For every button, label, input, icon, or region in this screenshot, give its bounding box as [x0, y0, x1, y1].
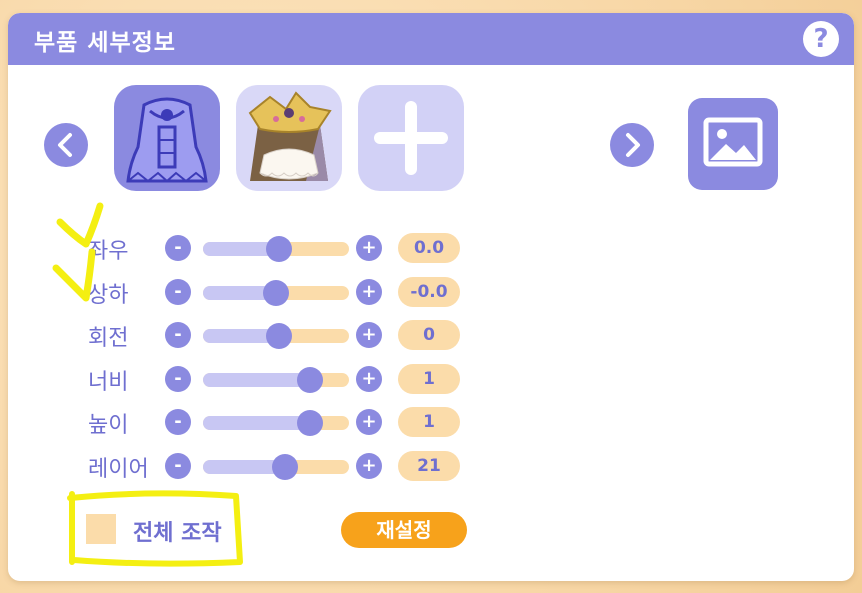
chevron-left-icon: [58, 133, 72, 157]
title-bar: 부품 세부정보 ?: [8, 13, 854, 65]
robe-part-icon: [126, 97, 208, 183]
slider-label-layer: 레이어: [88, 457, 149, 482]
slider-track[interactable]: [203, 373, 349, 387]
slider-handle[interactable]: [263, 280, 289, 306]
slider-label-rotation: 회전: [88, 326, 129, 351]
image-button[interactable]: [688, 98, 778, 190]
increase-button[interactable]: +: [356, 279, 382, 305]
slider-label-vertical: 상하: [88, 283, 129, 308]
slider-value[interactable]: 1: [398, 364, 460, 394]
slider-fill: [203, 373, 310, 387]
slider-handle[interactable]: [296, 367, 323, 393]
image-icon: [703, 117, 763, 167]
slider-value[interactable]: 1: [398, 407, 460, 437]
previous-button[interactable]: [44, 123, 88, 167]
golden-headdress-part-icon: [248, 91, 332, 181]
decrease-button[interactable]: -: [165, 409, 191, 435]
decrease-button[interactable]: -: [165, 453, 191, 479]
next-button[interactable]: [610, 123, 654, 167]
decrease-button[interactable]: -: [165, 235, 191, 261]
slider-handle[interactable]: [271, 454, 298, 480]
slider-label-horizontal: 좌우: [88, 239, 129, 264]
slider-label-width: 너비: [88, 370, 129, 395]
part-thumbnail-headdress[interactable]: [236, 85, 342, 191]
part-details-panel: 부품 세부정보 ? 좌우 - + 0.0 상하 - + -0.0 회전 - + …: [8, 13, 854, 581]
plus-icon: [374, 101, 448, 175]
reset-button[interactable]: 재설정: [341, 512, 467, 548]
slider-value[interactable]: 0.0: [398, 233, 460, 263]
decrease-button[interactable]: -: [165, 322, 191, 348]
increase-button[interactable]: +: [356, 453, 382, 479]
increase-button[interactable]: +: [356, 322, 382, 348]
increase-button[interactable]: +: [356, 409, 382, 435]
slider-fill: [203, 416, 310, 430]
panel-title: 부품 세부정보: [34, 30, 176, 56]
slider-value[interactable]: -0.0: [398, 277, 460, 307]
increase-button[interactable]: +: [356, 235, 382, 261]
help-button[interactable]: ?: [803, 21, 839, 57]
chevron-right-icon: [626, 133, 640, 157]
slider-label-height: 높이: [88, 413, 129, 438]
all-control-label: 전체 조작: [133, 521, 222, 546]
decrease-button[interactable]: -: [165, 366, 191, 392]
part-thumbnail-robe[interactable]: [114, 85, 220, 191]
slider-value[interactable]: 0: [398, 320, 460, 350]
all-control-checkbox[interactable]: [86, 514, 116, 544]
slider-handle[interactable]: [265, 323, 292, 349]
slider-track[interactable]: [203, 416, 349, 430]
increase-button[interactable]: +: [356, 366, 382, 392]
slider-handle[interactable]: [265, 236, 292, 262]
slider-handle[interactable]: [296, 410, 323, 436]
decrease-button[interactable]: -: [165, 279, 191, 305]
slider-value[interactable]: 21: [398, 451, 460, 481]
add-part-button[interactable]: [358, 85, 464, 191]
